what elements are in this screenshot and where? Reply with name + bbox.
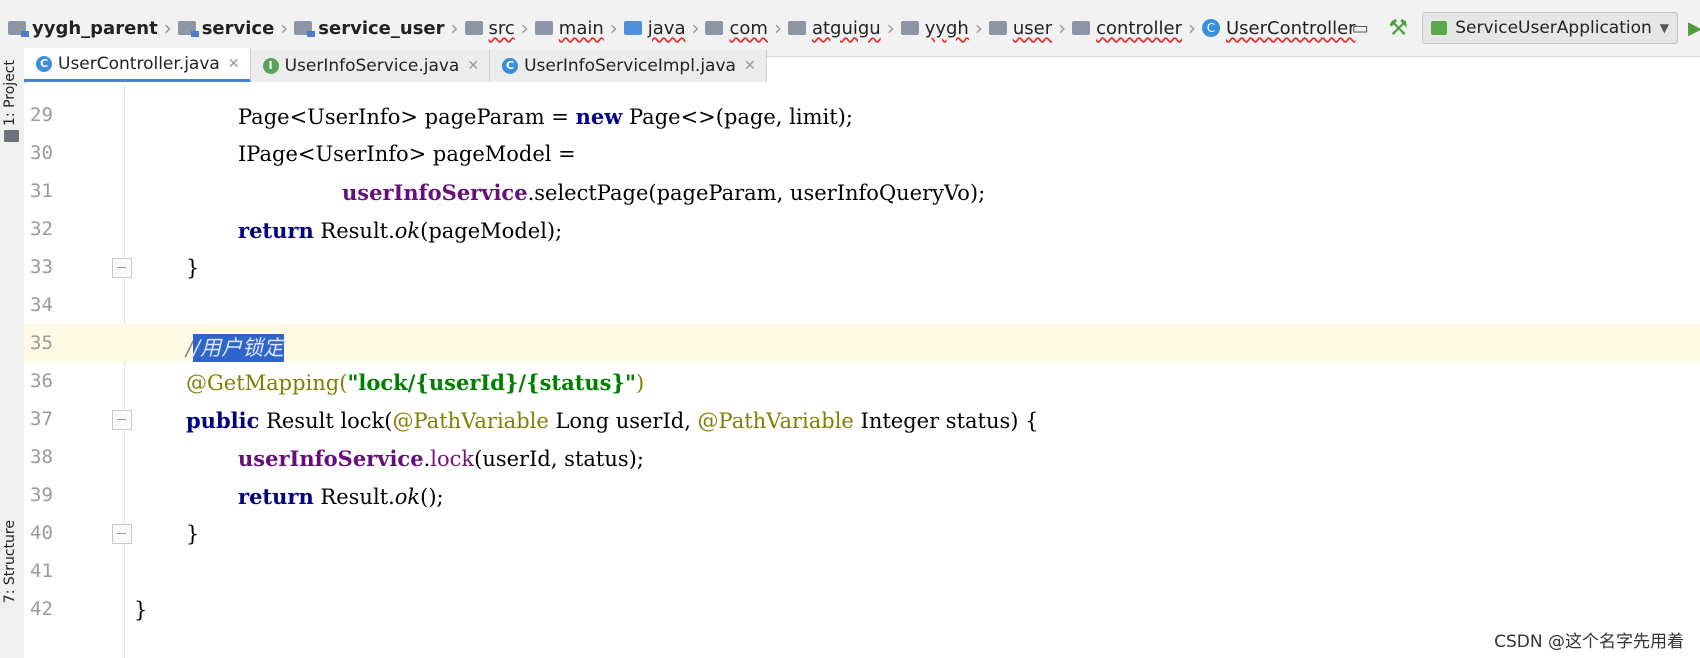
breadcrumb-item-yygh-parent[interactable]: yygh_parent bbox=[4, 18, 162, 39]
interface-icon: I bbox=[262, 58, 279, 74]
chevron-down-icon: ▼ bbox=[1659, 21, 1669, 35]
tab-userinfoserviceimpl[interactable]: C UserInfoServiceImpl.java ✕ bbox=[490, 50, 767, 82]
watermark: CSDN @这个名字先用着 bbox=[1494, 632, 1684, 652]
chevron-right-icon: › bbox=[450, 16, 459, 40]
text-selection: /用户锁定 bbox=[193, 334, 285, 362]
module-icon bbox=[8, 21, 29, 37]
chevron-right-icon: › bbox=[691, 16, 700, 40]
tab-userinfoservice[interactable]: I UserInfoService.java ✕ bbox=[250, 50, 491, 82]
code-line: 42 } bbox=[30, 598, 148, 622]
class-icon: C bbox=[36, 55, 52, 72]
chevron-right-icon: › bbox=[886, 16, 895, 40]
chevron-right-icon: › bbox=[609, 16, 618, 40]
breadcrumb-item-service-user[interactable]: service_user bbox=[290, 18, 448, 39]
code-editor[interactable]: 29 Page<UserInfo> pageParam = new Page<>… bbox=[24, 84, 1700, 658]
code-line: 32 return Result.ok(pageModel); bbox=[30, 218, 563, 243]
code-line: 30 IPage<UserInfo> pageModel = bbox=[30, 142, 576, 166]
breadcrumb: yygh_parent › service › service_user › src ›… bbox=[4, 10, 1360, 46]
chevron-right-icon: › bbox=[163, 16, 172, 40]
chevron-right-icon: › bbox=[773, 16, 782, 40]
breadcrumb-item-atguigu[interactable]: atguigu bbox=[784, 18, 885, 39]
package-icon bbox=[705, 21, 724, 35]
breadcrumb-item-java[interactable]: java bbox=[620, 18, 690, 39]
code-line: 41 bbox=[30, 560, 53, 582]
build-hammer-icon[interactable]: ⚒ bbox=[1384, 14, 1412, 42]
code-line: 34 bbox=[30, 294, 53, 316]
class-icon: C bbox=[1201, 19, 1220, 37]
code-line: 40 } bbox=[30, 522, 200, 546]
fold-marker-icon[interactable] bbox=[112, 410, 132, 430]
breadcrumb-item-controller[interactable]: controller bbox=[1068, 18, 1186, 39]
package-icon bbox=[900, 21, 919, 35]
left-tool-stripe: 1: Project 7: Structure bbox=[0, 56, 25, 658]
code-line: 39 return Result.ok(); bbox=[30, 484, 444, 509]
package-icon bbox=[988, 21, 1007, 35]
chevron-right-icon: › bbox=[280, 16, 289, 40]
breadcrumb-item-usercontroller[interactable]: C UserController bbox=[1198, 18, 1360, 39]
structure-tool-window-button[interactable]: 7: Structure bbox=[2, 520, 18, 603]
class-icon: C bbox=[502, 58, 519, 74]
code-line: 38 userInfoService.lock(userId, status); bbox=[30, 446, 644, 471]
close-icon[interactable]: ✕ bbox=[744, 58, 756, 74]
code-line: 36 @GetMapping("lock/{userId}/{status}") bbox=[30, 370, 645, 395]
toolbar-right: ▭ ⚒ ServiceUserApplication ▼ ▶ bbox=[1346, 10, 1700, 46]
chevron-right-icon: › bbox=[974, 16, 983, 40]
breadcrumb-item-service[interactable]: service bbox=[174, 18, 279, 39]
breadcrumb-item-yygh[interactable]: yygh bbox=[897, 18, 973, 39]
editor-tabs: C UserController.java ✕ I UserInfoServic… bbox=[24, 48, 767, 82]
folder-icon bbox=[4, 130, 19, 142]
spring-boot-icon bbox=[1431, 21, 1448, 35]
module-icon bbox=[294, 21, 316, 37]
chevron-right-icon: › bbox=[1187, 16, 1196, 40]
run-configuration-select[interactable]: ServiceUserApplication ▼ bbox=[1422, 12, 1678, 44]
breadcrumb-item-user[interactable]: user bbox=[985, 18, 1056, 39]
run-icon[interactable]: ▶ bbox=[1688, 18, 1700, 39]
tab-usercontroller[interactable]: C UserController.java ✕ bbox=[24, 48, 251, 82]
breadcrumb-item-com[interactable]: com bbox=[701, 18, 771, 39]
folder-icon bbox=[464, 21, 483, 35]
code-line: 31 userInfoService.selectPage(pageParam,… bbox=[30, 180, 986, 205]
chevron-right-icon: › bbox=[1058, 16, 1067, 40]
structure-view-icon[interactable]: ▭ bbox=[1346, 14, 1374, 42]
code-line-current: 35 //用户锁定 bbox=[24, 324, 1700, 362]
project-tool-window-button[interactable]: 1: Project bbox=[2, 60, 18, 126]
code-line: 29 Page<UserInfo> pageParam = new Page<>… bbox=[30, 104, 853, 129]
package-icon bbox=[787, 21, 806, 35]
source-folder-icon bbox=[623, 21, 642, 35]
close-icon[interactable]: ✕ bbox=[467, 58, 479, 74]
breadcrumb-item-main[interactable]: main bbox=[531, 18, 608, 39]
package-icon bbox=[1072, 21, 1091, 35]
close-icon[interactable]: ✕ bbox=[228, 56, 240, 72]
folder-icon bbox=[534, 21, 553, 35]
module-icon bbox=[177, 21, 199, 37]
main-menu-strip bbox=[0, 0, 1700, 5]
chevron-right-icon: › bbox=[520, 16, 529, 40]
breadcrumb-item-src[interactable]: src bbox=[461, 18, 519, 39]
fold-marker-icon[interactable] bbox=[112, 524, 132, 544]
code-line: 37 public Result lock(@PathVariable Long… bbox=[30, 408, 1039, 433]
code-line: 33 } bbox=[30, 256, 200, 280]
fold-marker-icon[interactable] bbox=[112, 258, 132, 278]
